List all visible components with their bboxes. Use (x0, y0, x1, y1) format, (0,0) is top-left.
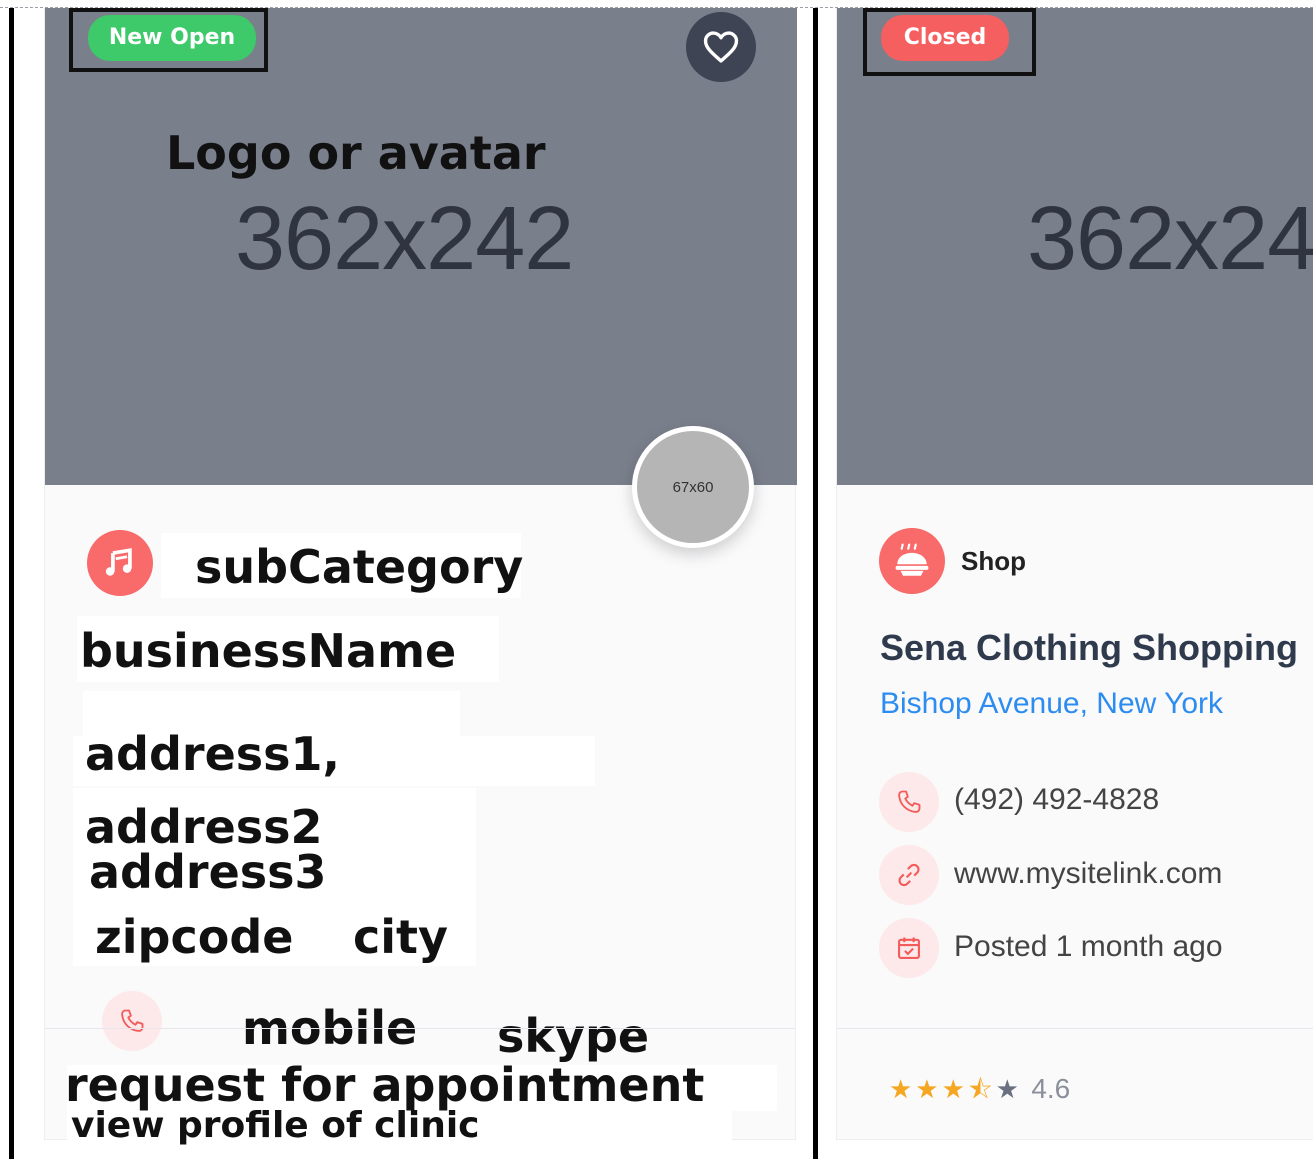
status-badge: New Open (88, 15, 256, 61)
calendar-icon-button (879, 918, 939, 978)
business-name[interactable]: businessName (80, 624, 456, 678)
music-note-icon (105, 548, 132, 576)
avatar: 67x60 (632, 426, 754, 548)
zipcode-label: zipcode (95, 910, 294, 964)
appointment-link[interactable]: request for appointment (65, 1058, 704, 1112)
card-divider (837, 1028, 1313, 1029)
phone-icon-button (879, 772, 939, 832)
image-size-label: 362x24 (1027, 189, 1313, 289)
rating-row: ★★★⯪ ★ 4.6 (889, 1071, 1070, 1115)
heart-icon (703, 31, 739, 63)
middle-border-bar (813, 8, 818, 1159)
phone-icon (121, 1009, 144, 1032)
listing-card[interactable]: 362x24 Closed Shop Sena Clothing Shoppin… (836, 8, 1313, 1140)
image-annotation-label: Logo or avatar (166, 126, 546, 180)
empty-star-icon: ★ (995, 1075, 1019, 1105)
city-label: city (353, 910, 449, 964)
address3-label: address3 (89, 845, 327, 899)
card-divider (45, 1028, 795, 1029)
phone-icon-button (102, 991, 162, 1051)
favorite-button[interactable] (686, 12, 756, 82)
posted-date: Posted 1 month ago (954, 930, 1223, 963)
left-border-bar (9, 8, 14, 1159)
category-icon-button (879, 528, 945, 594)
half-star-icon: ⯪ (967, 1075, 993, 1105)
view-profile-link[interactable]: view profile of clinic (71, 1105, 480, 1146)
card-image[interactable]: Logo or avatar 362x242 (45, 8, 797, 485)
address1-label: address1, (85, 727, 341, 781)
filled-stars: ★★★ (889, 1075, 968, 1105)
phone-icon (898, 790, 921, 813)
status-badge: Closed (881, 15, 1009, 61)
link-icon-button (879, 845, 939, 905)
page-top-dashed-line (0, 0, 1313, 8)
website-link[interactable]: www.mysitelink.com (954, 857, 1222, 891)
listing-card[interactable]: Logo or avatar 362x242 New Open 67x60 su… (44, 8, 797, 1159)
sub-category-label: subCategory (195, 540, 524, 594)
skype-label: skype (497, 1009, 650, 1063)
image-size-label: 362x242 (235, 189, 574, 289)
shop-icon (895, 543, 929, 576)
calendar-check-icon (898, 937, 920, 959)
category-icon-button (87, 530, 153, 596)
phone-number[interactable]: (492) 492-4828 (954, 783, 1159, 817)
category-label: Shop (961, 546, 1026, 576)
card-image[interactable]: 362x24 (837, 8, 1313, 485)
link-icon (898, 863, 920, 887)
rating-value: 4.6 (1031, 1073, 1071, 1104)
address-link[interactable]: Bishop Avenue, New York (880, 687, 1223, 721)
business-name[interactable]: Sena Clothing Shopping (880, 627, 1298, 669)
